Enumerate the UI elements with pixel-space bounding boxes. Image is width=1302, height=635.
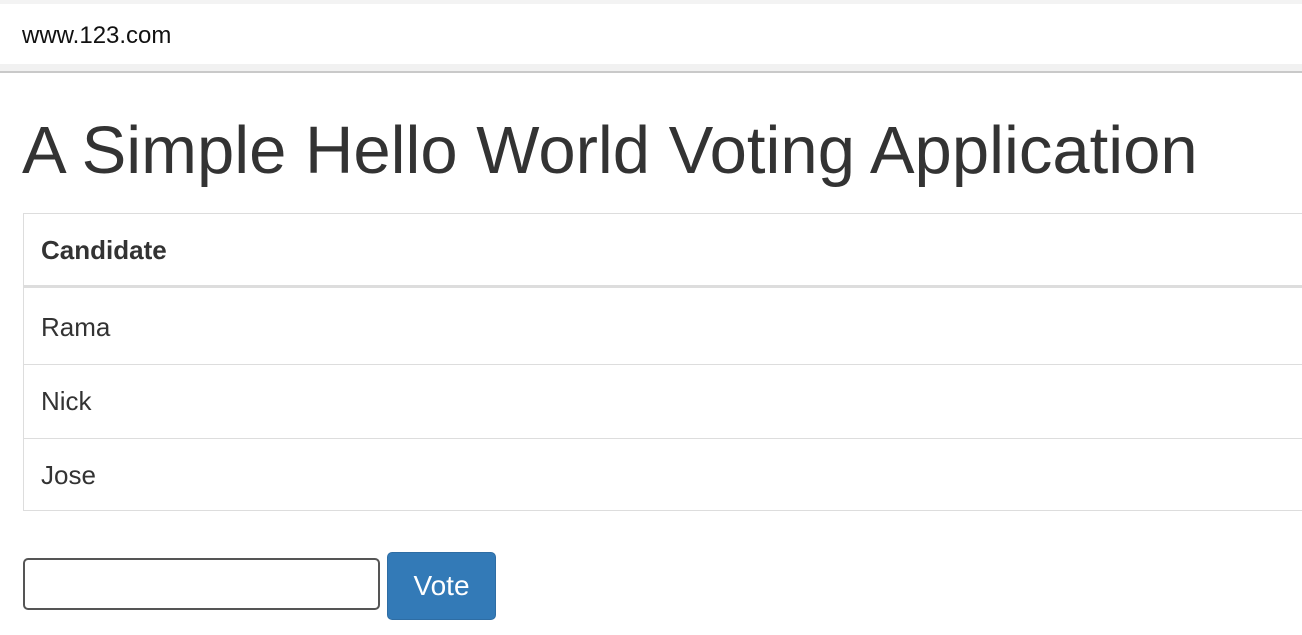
candidate-name: Rama xyxy=(41,312,111,342)
candidate-name: Jose xyxy=(41,460,96,490)
page-title: A Simple Hello World Voting Application xyxy=(22,113,1198,188)
table-row: Rama xyxy=(24,291,1302,365)
browser-toolbar-edge xyxy=(0,64,1302,71)
address-url[interactable]: www.123.com xyxy=(22,22,171,50)
table-row: Jose xyxy=(24,439,1302,513)
vote-button[interactable]: Vote xyxy=(387,552,496,620)
candidates-table: Candidate Rama Nick Jose xyxy=(23,213,1302,511)
candidate-name: Nick xyxy=(41,386,92,416)
candidate-input[interactable] xyxy=(23,558,380,610)
browser-divider xyxy=(0,71,1302,73)
column-header-candidate: Candidate xyxy=(41,235,167,265)
table-header-row: Candidate xyxy=(24,214,1302,288)
address-bar[interactable]: www.123.com xyxy=(0,4,1302,64)
table-row: Nick xyxy=(24,365,1302,439)
